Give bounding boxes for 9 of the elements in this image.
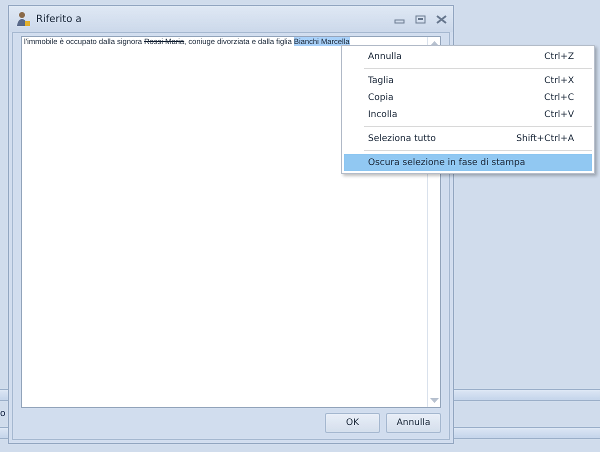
maximize-icon[interactable] [415,14,426,24]
scroll-down-icon[interactable] [430,398,438,404]
window-title: Riferito a [36,14,82,24]
cancel-button[interactable]: Annulla [386,413,441,433]
menu-item[interactable]: Oscura selezione in fase di stampa [344,154,592,171]
figure-icon [15,11,31,27]
ok-button[interactable]: OK [325,413,380,433]
background-text: o [0,409,6,419]
close-icon[interactable] [436,14,447,24]
